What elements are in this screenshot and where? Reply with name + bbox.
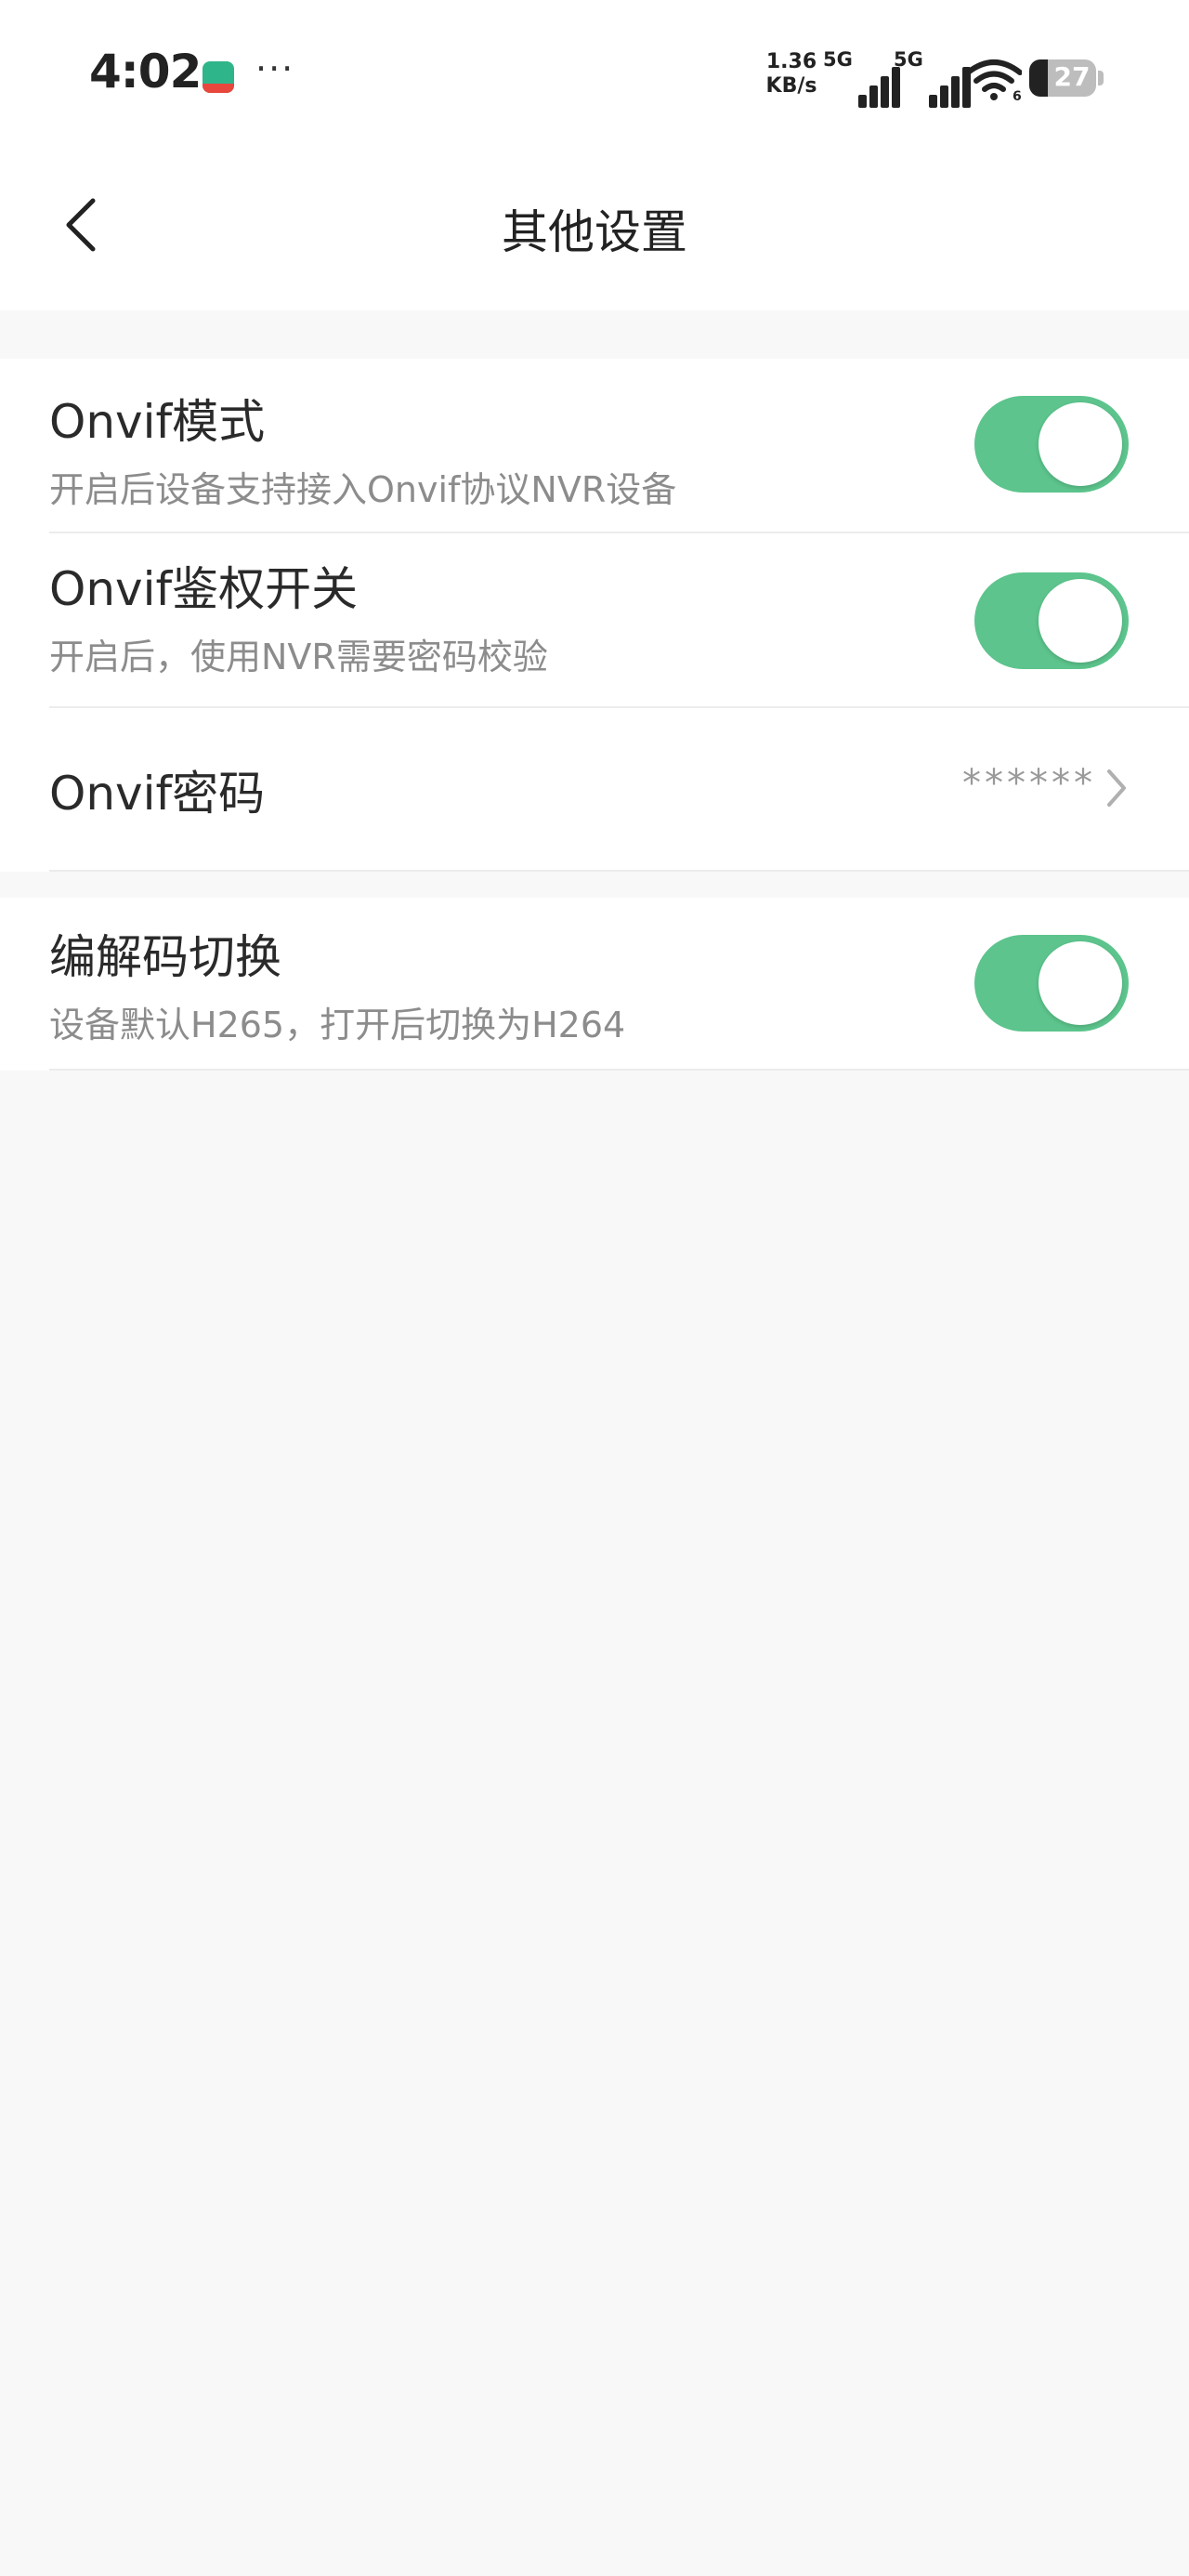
- setting-codec-switch: 编解码切换 设备默认H265，打开后切换为H264: [0, 898, 1189, 1071]
- wifi-icon: 6: [966, 59, 1022, 100]
- onvif-settings-group: Onvif模式 开启后设备支持接入Onvif协议NVR设备 Onvif鉴权开关 …: [0, 359, 1189, 872]
- network-speed: 1.36 KB/s: [765, 50, 817, 99]
- codec-switch-subtitle: 设备默认H265，打开后切换为H264: [49, 1005, 626, 1045]
- codec-switch-title: 编解码切换: [49, 930, 281, 984]
- onvif-mode-title: Onvif模式: [49, 395, 266, 449]
- status-more-icon: ···: [255, 48, 295, 89]
- page-title: 其他设置: [502, 205, 687, 259]
- onvif-mode-subtitle: 开启后设备支持接入Onvif协议NVR设备: [49, 469, 677, 510]
- onvif-auth-subtitle: 开启后，使用NVR需要密码校验: [49, 637, 548, 677]
- app-notification-icon: [203, 61, 234, 93]
- status-time: 4:02: [89, 45, 202, 99]
- wifi-sub-label: 6: [1013, 89, 1022, 100]
- toggle-knob: [1039, 402, 1122, 486]
- onvif-password-title: Onvif密码: [49, 767, 266, 821]
- top-bar: 4:02 ··· 1.36 KB/s 5G 5G 6 27 其他设置: [0, 0, 1189, 310]
- setting-onvif-auth: Onvif鉴权开关 开启后，使用NVR需要密码校验: [0, 533, 1189, 708]
- codec-switch-toggle[interactable]: [974, 935, 1129, 1032]
- codec-settings-group: 编解码切换 设备默认H265，打开后切换为H264: [0, 898, 1189, 1071]
- onvif-password-value: ******: [962, 762, 1096, 805]
- divider: [49, 1069, 1189, 1071]
- toggle-knob: [1039, 941, 1122, 1025]
- setting-onvif-password[interactable]: Onvif密码 ******: [0, 708, 1189, 872]
- battery-icon: 27: [1029, 59, 1096, 97]
- onvif-mode-toggle[interactable]: [974, 396, 1129, 493]
- onvif-auth-toggle[interactable]: [974, 572, 1129, 669]
- network-speed-value: 1.36: [765, 50, 817, 73]
- setting-onvif-mode: Onvif模式 开启后设备支持接入Onvif协议NVR设备: [0, 359, 1189, 533]
- onvif-auth-title: Onvif鉴权开关: [49, 562, 359, 616]
- network-speed-unit: KB/s: [765, 74, 817, 98]
- battery-tip: [1098, 71, 1104, 85]
- battery-level: 27: [1053, 61, 1091, 92]
- divider: [49, 870, 1189, 872]
- chevron-right-icon: [1107, 769, 1126, 807]
- toggle-knob: [1039, 579, 1122, 663]
